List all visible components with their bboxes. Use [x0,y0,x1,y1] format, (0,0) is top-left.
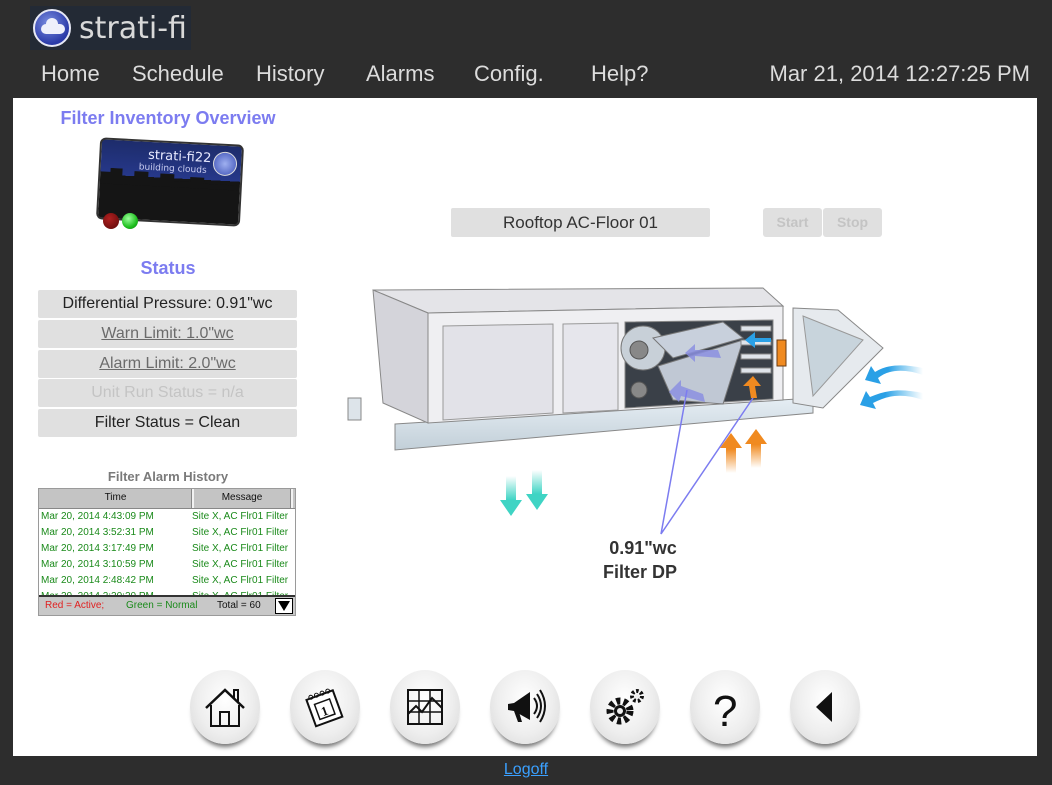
gears-icon [606,689,644,725]
differential-pressure-row: Differential Pressure: 0.91"wc [38,290,297,318]
return-air-arrow-icon [745,429,767,468]
supply-air-arrow-icon [500,476,522,516]
status-title: Status [140,258,196,278]
alarms-button[interactable] [490,670,560,744]
base-rail-left [347,397,362,421]
legend-normal: Green = Normal [126,600,198,611]
legend-active: Red = Active; [45,600,105,611]
supply-air-arrow-icon [526,470,548,510]
home-icon [205,688,245,727]
current-datetime: Mar 21, 2014 12:27:25 PM [769,61,1031,86]
help-icon: ? [713,687,737,730]
back-button[interactable] [790,670,860,744]
logo-text: strati-fi [79,10,187,46]
nav-alarms[interactable]: Alarms [366,61,434,87]
filter-inventory-title: Filter Inventory Overview [60,108,276,128]
nav-config[interactable]: Config. [474,61,544,87]
svg-text:?: ? [713,687,737,730]
nav-help[interactable]: Help? [591,61,648,87]
calendar-icon: 1 [305,688,344,728]
schedule-button[interactable]: 1 [290,670,360,744]
scroll-down-icon[interactable] [275,598,293,614]
back-icon [816,692,832,722]
filter-dp-value: 0.91"wc [609,538,677,558]
home-button[interactable] [190,670,260,744]
green-led-icon [122,213,138,229]
column-header-time[interactable]: Time [39,492,192,503]
filter-dp-label: Filter DP [602,562,677,582]
total-count: Total = 60 [217,600,261,611]
help-button[interactable]: ? [690,670,760,744]
alarm-limit-link[interactable]: Alarm Limit: 2.0"wc [38,350,297,378]
config-button[interactable] [590,670,660,744]
megaphone-icon [508,689,546,723]
cloud-logo-icon [33,9,71,47]
table-footer: Red = Active; Green = Normal Total = 60 [39,595,295,615]
intake-arrow-icon [860,390,923,409]
intake-arrow-icon [865,365,923,384]
alarm-history-title: Filter Alarm History [107,469,229,484]
stop-button[interactable]: Stop [823,208,882,237]
nav-home[interactable]: Home [41,61,100,87]
alarm-history-table[interactable]: Time Message Mar 20, 2014 4:43:09 PM Site… [38,488,296,616]
red-led-icon [103,213,119,229]
warn-limit-link[interactable]: Warn Limit: 1.0"wc [38,320,297,348]
column-header-message[interactable]: Message [194,492,290,503]
unit-run-status-row: Unit Run Status = n/a [38,379,297,407]
filter-status-row: Filter Status = Clean [38,409,297,437]
unit-name-label: Rooftop AC-Floor 01 [451,208,710,237]
nav-history[interactable]: History [256,61,324,87]
start-button[interactable]: Start [763,208,822,237]
nav-schedule[interactable]: Schedule [132,61,224,87]
actuator-icon [776,339,787,367]
return-air-arrow-icon [720,433,742,473]
footer: Logoff [0,761,1052,779]
main-panel: Filter Inventory Overview strati-fi22 bu… [13,98,1037,756]
device-image[interactable]: strati-fi22 building clouds [95,137,245,227]
chart-icon [407,689,443,725]
app-logo[interactable]: strati-fi [30,6,191,50]
table-header: Time Message [39,489,295,509]
history-button[interactable] [390,670,460,744]
logoff-link[interactable]: Logoff [504,761,548,778]
